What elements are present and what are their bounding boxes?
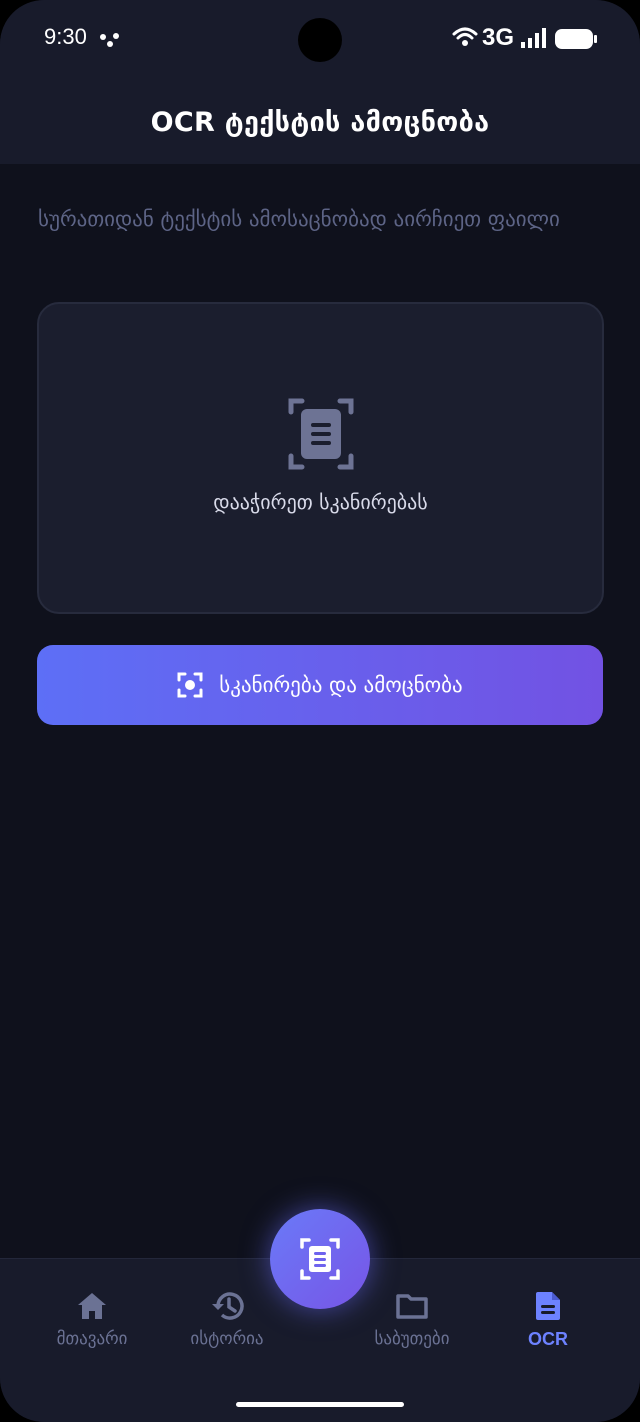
scan-focus-icon [177, 672, 203, 698]
scan-hint: დააჭირეთ სკანირებას [213, 490, 428, 514]
scan-button-label: სკანირება და ამოცნობა [219, 673, 463, 697]
front-camera [298, 18, 342, 62]
nav-item-ocr[interactable]: OCR [483, 1289, 613, 1350]
scan-and-recognize-button[interactable]: სკანირება და ამოცნობა [37, 645, 603, 725]
folder-icon [347, 1289, 477, 1323]
signal-icon [521, 28, 546, 48]
instruction-text: სურათიდან ტექსტის ამოსაცნობად აირჩიეთ ფა… [38, 207, 560, 231]
nav-item-documents[interactable]: საბუთები [347, 1289, 477, 1349]
nav-item-home[interactable]: მთავარი [27, 1289, 157, 1349]
wifi-icon [452, 27, 478, 46]
nav-label-history: ისტორია [190, 1329, 264, 1349]
document-icon [483, 1289, 613, 1323]
home-indicator[interactable] [236, 1402, 404, 1407]
phone-screen: 9:30 3G OCR ტექსტის ამოცნობა სურათიდან ტ… [0, 0, 640, 1422]
dots-icon [100, 33, 119, 47]
nav-label-home: მთავარი [56, 1329, 128, 1349]
document-scan-icon [300, 1238, 340, 1280]
network-type: 3G [482, 24, 515, 51]
nav-item-history[interactable]: ისტორია [162, 1289, 292, 1349]
scan-fab-button[interactable] [270, 1209, 370, 1309]
scan-area[interactable]: დააჭირეთ სკანირებას [37, 302, 604, 614]
document-scan-icon [288, 398, 354, 470]
home-icon [27, 1289, 157, 1323]
page-title: OCR ტექსტის ამოცნობა [150, 106, 490, 138]
status-time: 9:30 [44, 24, 87, 49]
nav-label-ocr: OCR [528, 1329, 568, 1349]
history-icon [162, 1289, 292, 1323]
app-header: OCR ტექსტის ამოცნობა [0, 80, 640, 164]
battery-icon [555, 29, 597, 49]
nav-label-documents: საბუთები [374, 1329, 450, 1349]
status-bar: 9:30 3G [0, 0, 640, 80]
